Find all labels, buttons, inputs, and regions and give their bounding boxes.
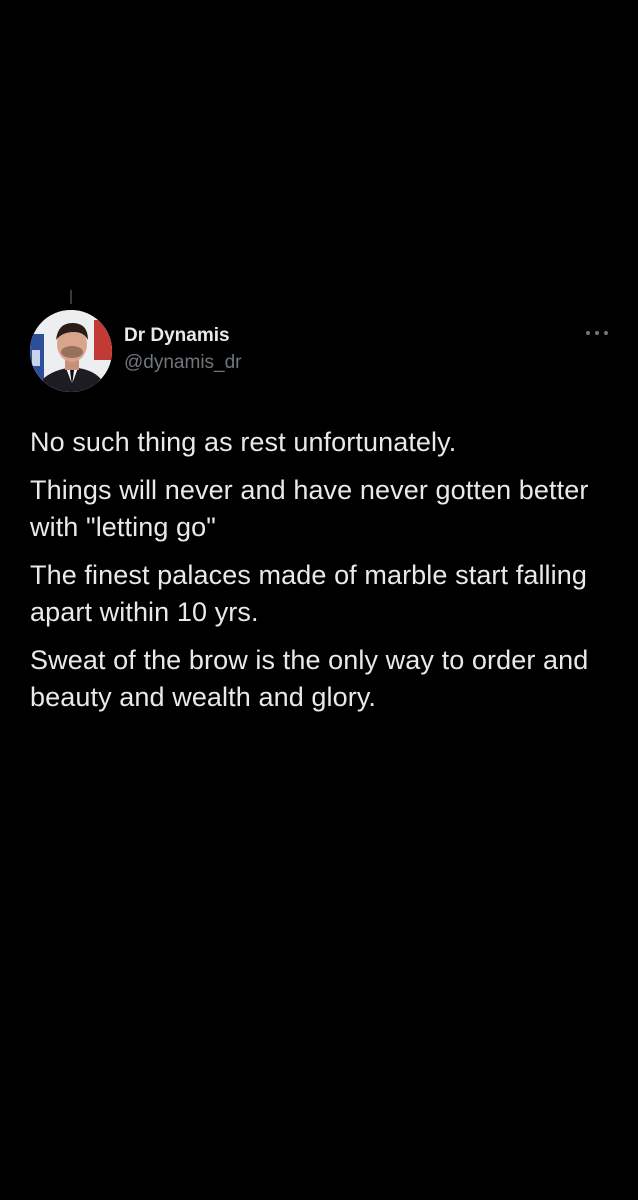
tweet-paragraph-1: No such thing as rest unfortunately. [30, 427, 457, 457]
dot [604, 331, 608, 335]
dot [586, 331, 590, 335]
more-options-icon[interactable] [586, 328, 608, 338]
tweet-header: Dr Dynamis @dynamis_dr [30, 310, 614, 394]
author-display-name[interactable]: Dr Dynamis [124, 324, 242, 348]
tweet-text: No such thing as rest unfortunately. Thi… [30, 424, 620, 727]
thread-connector-line [70, 290, 72, 304]
profile-photo-icon [30, 310, 112, 392]
tweet-paragraph-3: The finest palaces made of marble start … [30, 560, 587, 627]
dot [595, 331, 599, 335]
author-names: Dr Dynamis @dynamis_dr [124, 324, 242, 376]
tweet-paragraph-2: Things will never and have never gotten … [30, 475, 589, 542]
tweet-paragraph-4: Sweat of the brow is the only way to ord… [30, 645, 589, 712]
author-handle[interactable]: @dynamis_dr [124, 350, 242, 376]
avatar[interactable] [30, 310, 112, 392]
